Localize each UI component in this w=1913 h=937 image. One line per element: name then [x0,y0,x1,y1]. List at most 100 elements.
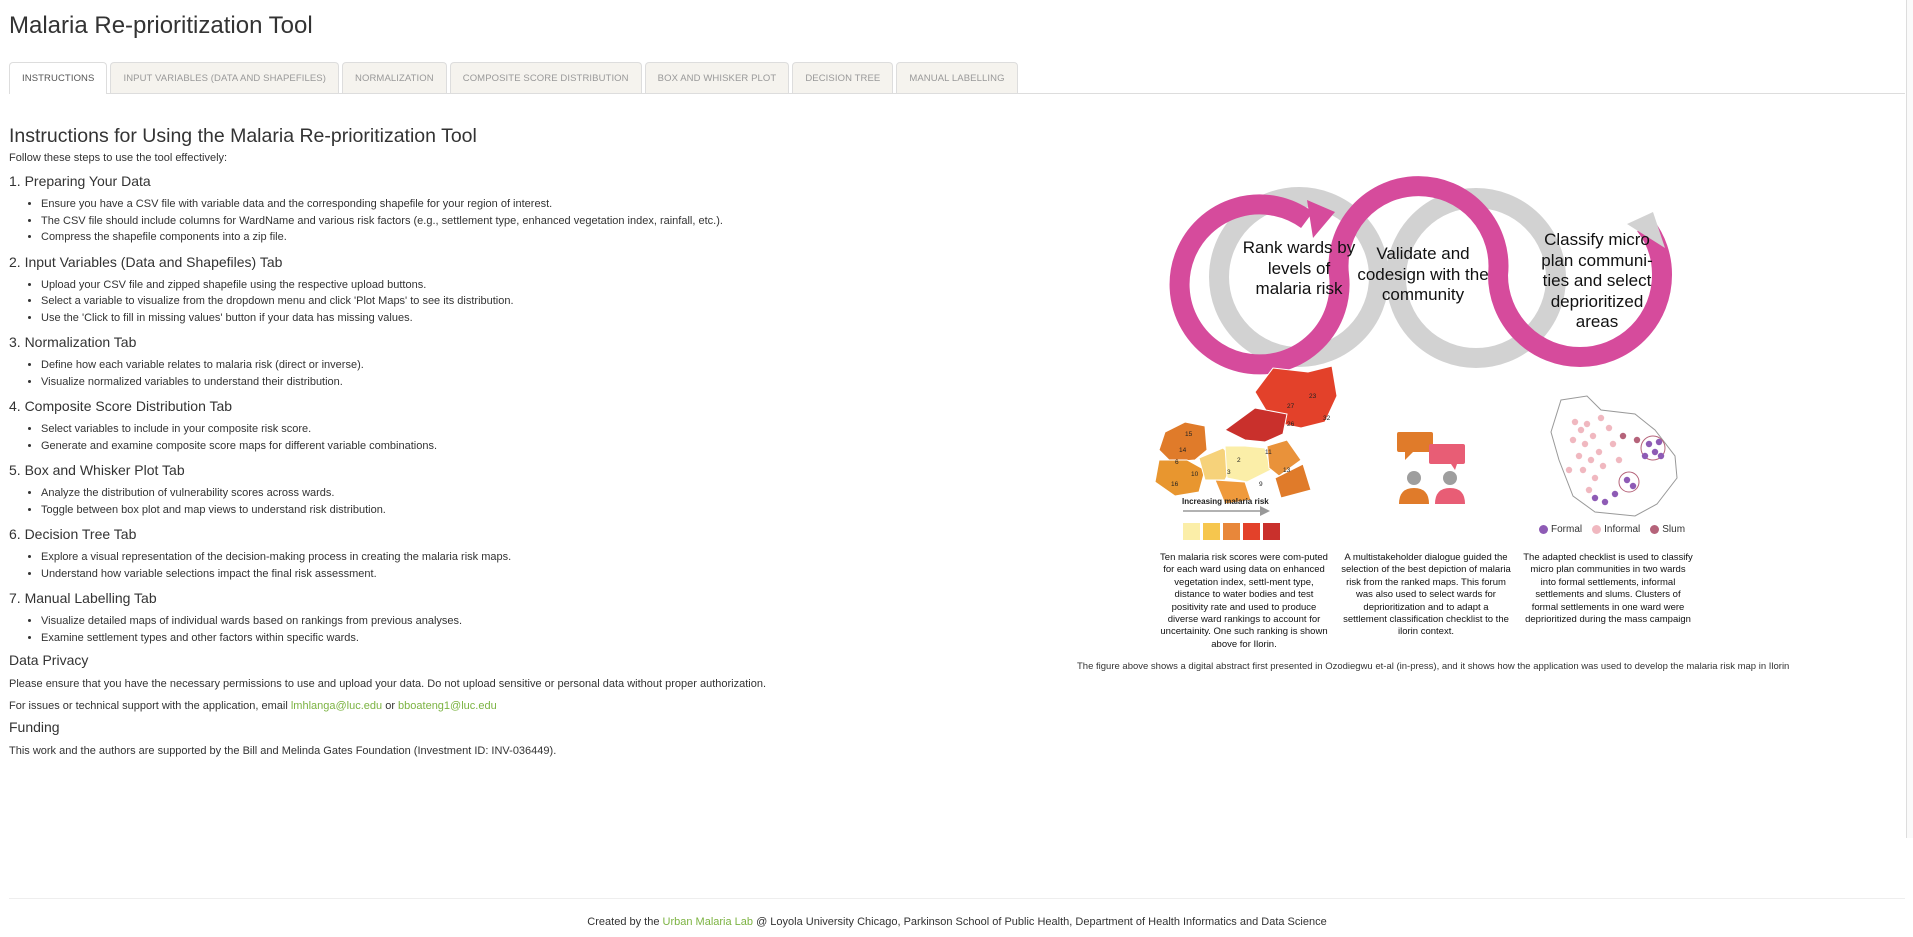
settlement-dot [1641,452,1649,460]
step-4-list: Select variables to include in your comp… [9,421,1059,454]
ward-number-label: 14 [1179,447,1187,454]
ward-number-label: 10 [1191,471,1199,478]
instructions-panel: Instructions for Using the Malaria Re-pr… [9,125,1059,758]
ward-number-label: 26 [1287,421,1295,428]
step-3-item: Define how each variable relates to mala… [41,357,1059,374]
step-4-heading: 4. Composite Score Distribution Tab [9,398,233,414]
support-prefix: For issues or technical support with the… [9,700,291,712]
instructions-intro: Follow these steps to use the tool effec… [9,152,228,164]
support-email-link-2[interactable]: bboateng1@luc.edu [398,700,497,712]
legend-formal: Formal [1539,524,1582,535]
ward-number-label: 2 [1237,457,1241,464]
step-5-item: Analyze the distribution of vulnerabilit… [41,485,1059,502]
settlement-dot [1619,432,1627,440]
risk-scale-swatches [1183,523,1280,540]
legend-slum-dot [1650,525,1660,534]
step-7-list: Visualize detailed maps of individual wa… [9,613,1059,646]
footer-lab-link[interactable]: Urban Malaria Lab [663,916,754,928]
step-3-list: Define how each variable relates to mala… [9,357,1059,390]
ward-number-label: 23 [1309,393,1317,400]
legend-slum-label: Slum [1662,524,1686,535]
step-3-heading: 3. Normalization Tab [9,334,137,350]
person-body [1435,488,1465,504]
ward-number-label: 6 [1175,459,1179,466]
privacy-text: Please ensure that you have the necessar… [9,678,767,690]
tab-manual-labelling[interactable]: MANUAL LABELLING [896,62,1018,93]
figure-caption: The figure above shows a digital abstrac… [1077,661,1790,672]
settlement-dot [1591,494,1599,502]
settlement-dot [1587,456,1595,464]
ward-number-label: 16 [1171,481,1179,488]
step-1-item: The CSV file should include columns for … [41,213,1059,230]
tab-normalization[interactable]: NORMALIZATION [342,62,447,93]
settlement-dot [1583,420,1591,428]
step-6-item: Explore a visual representation of the d… [41,549,1059,566]
settlement-dot [1605,424,1613,432]
step-2-item: Select a variable to visualize from the … [41,293,1059,310]
settlement-dot [1575,452,1583,460]
bubble-classify-text: Classify micro plan communi-ties and sel… [1541,230,1653,331]
settlement-dot [1589,432,1597,440]
figure-column-2-text: A multistakeholder dialogue guided the s… [1341,552,1511,638]
speech-bubble-pink [1429,444,1465,464]
digital-abstract-figure: 23 27 32 26 15 11 14 6 2 13 10 3 9 16 Rank wards by l… [1075,160,1890,680]
ward-number-label: 9 [1259,481,1263,488]
funding-heading: Funding [9,719,60,735]
risk-scale-caption: Increasing malaria risk [1182,497,1269,506]
settlement-dot [1623,476,1631,484]
privacy-heading: Data Privacy [9,652,89,668]
ward-risk-map [1154,365,1338,505]
step-2-list: Upload your CSV file and zipped shapefil… [9,277,1059,327]
step-5-heading: 5. Box and Whisker Plot Tab [9,462,185,478]
settlement-dot [1595,448,1603,456]
legend-slum: Slum [1650,524,1685,535]
settlement-dot [1597,414,1605,422]
ward-number-label: 27 [1287,403,1295,410]
settlement-dot [1601,498,1609,506]
bubble-validate-text: Validate and codesign with the community [1357,244,1489,304]
settlement-dot [1569,436,1577,444]
legend-formal-dot [1539,525,1548,534]
person-body [1399,488,1429,504]
speech-bubble-orange [1397,432,1433,452]
risk-arrowhead [1260,506,1270,516]
support-email-link-1[interactable]: lmhlanga@luc.edu [291,700,382,712]
step-4-item: Select variables to include in your comp… [41,421,1059,438]
step-6-list: Explore a visual representation of the d… [9,549,1059,582]
person-head [1443,471,1457,485]
settlement-dot [1655,438,1663,446]
community-people-icon [1397,432,1465,504]
step-1-list: Ensure you have a CSV file with variable… [9,196,1059,246]
settlement-dot [1615,456,1623,464]
ward-number-label: 15 [1185,431,1193,438]
tab-instructions[interactable]: INSTRUCTIONS [9,62,108,94]
figure-column-1-text: Ten malaria risk scores were com-puted f… [1160,552,1328,650]
step-2-item: Upload your CSV file and zipped shapefil… [41,277,1059,294]
risk-scale-swatch [1223,523,1240,540]
figure-column-3-text: The adapted checklist is used to classif… [1523,552,1693,626]
funding-text: This work and the authors are supported … [9,745,557,757]
settlement-dot [1645,440,1653,448]
tab-decision-tree[interactable]: DECISION TREE [792,62,894,93]
settlement-dot [1579,466,1587,474]
settlement-dot [1565,466,1573,474]
settlement-dot [1651,448,1659,456]
map-ward-orange [1154,459,1206,497]
tab-composite-score[interactable]: COMPOSITE SCORE DISTRIBUTION [449,62,642,93]
map-ward-orange [1158,421,1208,463]
settlement-dot [1633,436,1641,444]
step-3-item: Visualize normalized variables to unders… [41,374,1059,391]
legend-formal-label: Formal [1551,524,1583,535]
tab-input-variables[interactable]: INPUT VARIABLES (DATA AND SHAPEFILES) [110,62,340,93]
vertical-scrollbar[interactable] [1906,0,1913,838]
ward-number-label: 3 [1227,469,1231,476]
settlement-dot [1629,482,1637,490]
legend-informal-dot [1592,525,1602,534]
tab-box-whisker[interactable]: BOX AND WHISKER PLOT [644,62,790,93]
risk-scale-swatch [1263,523,1280,540]
ward-number-label: 32 [1323,415,1331,422]
settlement-legend: Formal Informal Slum [1539,524,1685,535]
risk-scale-swatch [1203,523,1220,540]
ward-number-label: 13 [1283,467,1291,474]
step-7-heading: 7. Manual Labelling Tab [9,590,157,606]
